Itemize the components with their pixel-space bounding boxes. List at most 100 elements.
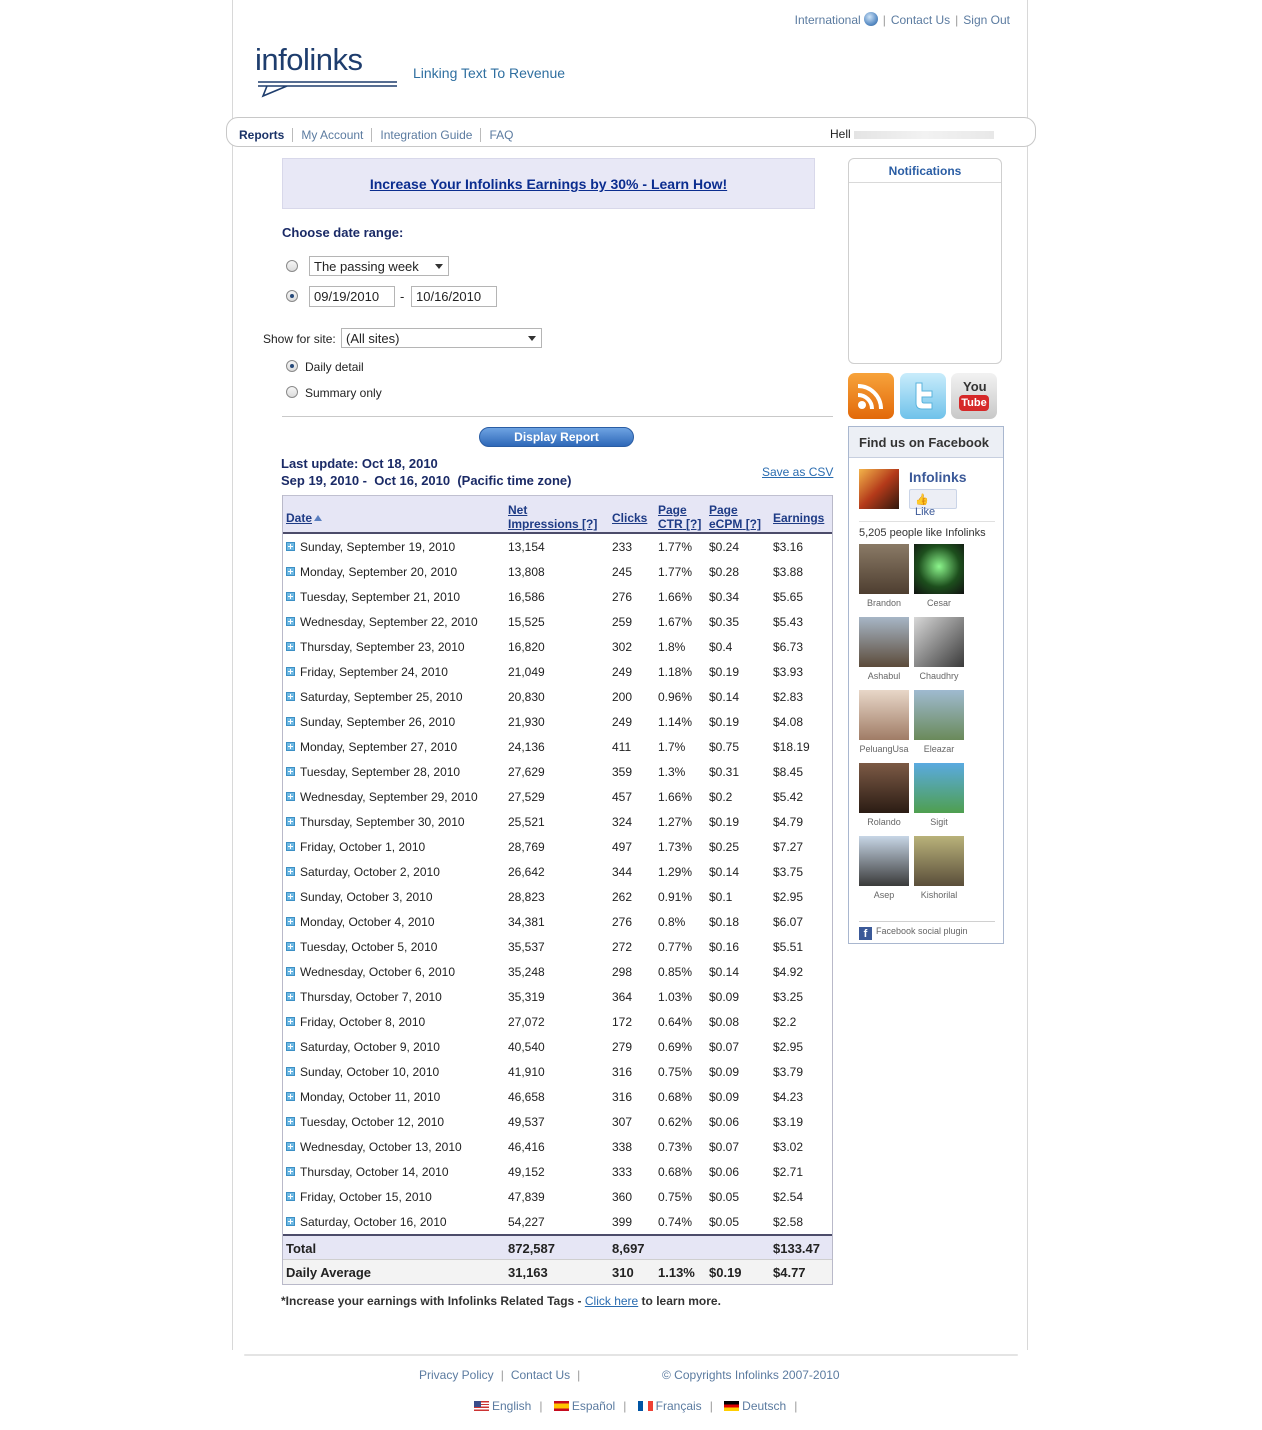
display-report-button[interactable]: Display Report — [479, 427, 634, 447]
date-to-input[interactable]: 10/16/2010 — [411, 286, 497, 307]
fan-avatar[interactable] — [859, 544, 909, 594]
facebook-page-name[interactable]: Infolinks — [909, 469, 967, 485]
preset-range-radio[interactable] — [286, 260, 298, 272]
fan-name[interactable]: Sigit — [914, 817, 964, 827]
infolinks-logo[interactable]: infolinks — [255, 44, 397, 98]
expand-plus-icon[interactable] — [286, 942, 295, 951]
promo-link[interactable]: Increase Your Infolinks Earnings by 30% … — [370, 176, 727, 192]
footer-contact-link[interactable]: Contact Us — [511, 1368, 570, 1382]
fan-name[interactable]: Asep — [859, 890, 909, 900]
fan-avatar[interactable] — [859, 617, 909, 667]
nav-integration-guide[interactable]: Integration Guide — [372, 128, 482, 142]
expand-plus-icon[interactable] — [286, 1217, 295, 1226]
expand-plus-icon[interactable] — [286, 917, 295, 926]
lang-francais[interactable]: Français — [637, 1399, 702, 1413]
nav-my-account[interactable]: My Account — [293, 128, 373, 142]
facebook-fan[interactable]: Cesar — [914, 544, 964, 608]
privacy-policy-link[interactable]: Privacy Policy — [419, 1368, 494, 1382]
contact-us-link[interactable]: Contact Us — [891, 13, 950, 27]
fan-name[interactable]: Eleazar — [914, 744, 964, 754]
fan-avatar[interactable] — [914, 690, 964, 740]
facebook-fan[interactable]: Kishorilal — [914, 836, 964, 900]
lang-english[interactable]: English — [474, 1399, 531, 1413]
facebook-fan[interactable]: Sigit — [914, 763, 964, 827]
facebook-fan[interactable]: PeluangUsa — [859, 690, 909, 754]
ctr-help-link[interactable]: [?] — [686, 517, 701, 531]
fan-avatar[interactable] — [914, 836, 964, 886]
site-select[interactable]: (All sites) — [341, 328, 542, 348]
expand-plus-icon[interactable] — [286, 617, 295, 626]
expand-plus-icon[interactable] — [286, 1167, 295, 1176]
fan-name[interactable]: Rolando — [859, 817, 909, 827]
expand-plus-icon[interactable] — [286, 1142, 295, 1151]
lang-espanol[interactable]: Español — [553, 1399, 615, 1413]
expand-plus-icon[interactable] — [286, 542, 295, 551]
facebook-fan[interactable]: Ashabul — [859, 617, 909, 681]
summary-only-radio[interactable] — [286, 386, 298, 398]
expand-plus-icon[interactable] — [286, 592, 295, 601]
expand-plus-icon[interactable] — [286, 867, 295, 876]
fan-avatar[interactable] — [914, 763, 964, 813]
col-impressions[interactable]: Net Impressions [?] — [508, 503, 597, 531]
nav-reports[interactable]: Reports — [239, 128, 294, 142]
expand-plus-icon[interactable] — [286, 1042, 295, 1051]
fan-avatar[interactable] — [914, 544, 964, 594]
facebook-like-button[interactable]: 👍 Like — [909, 489, 957, 518]
sign-out-link[interactable]: Sign Out — [963, 13, 1010, 27]
globe-icon[interactable] — [863, 12, 878, 26]
col-ecpm[interactable]: Page eCPM [?] — [709, 503, 761, 531]
expand-plus-icon[interactable] — [286, 567, 295, 576]
expand-plus-icon[interactable] — [286, 842, 295, 851]
facebook-fan[interactable]: Brandon — [859, 544, 909, 608]
date-from-input[interactable]: 09/19/2010 — [309, 286, 395, 307]
expand-plus-icon[interactable] — [286, 792, 295, 801]
fan-name[interactable]: Kishorilal — [914, 890, 964, 900]
daily-detail-radio[interactable] — [286, 360, 298, 372]
expand-plus-icon[interactable] — [286, 1067, 295, 1076]
expand-plus-icon[interactable] — [286, 1017, 295, 1026]
lang-deutsch[interactable]: Deutsch — [724, 1399, 786, 1413]
col-ctr[interactable]: Page CTR [?] — [658, 503, 701, 531]
expand-plus-icon[interactable] — [286, 1117, 295, 1126]
expand-plus-icon[interactable] — [286, 967, 295, 976]
youtube-icon[interactable]: You Tube — [951, 373, 997, 419]
col-date[interactable]: Date — [286, 511, 323, 525]
ecpm-help-link[interactable]: [?] — [746, 517, 761, 531]
fan-name[interactable]: Chaudhry — [914, 671, 964, 681]
facebook-fan[interactable]: Chaudhry — [914, 617, 964, 681]
expand-plus-icon[interactable] — [286, 767, 295, 776]
fan-name[interactable]: PeluangUsa — [859, 744, 909, 754]
international-link[interactable]: International — [795, 13, 861, 27]
fan-name[interactable]: Cesar — [914, 598, 964, 608]
facebook-fan[interactable]: Rolando — [859, 763, 909, 827]
col-earnings[interactable]: Earnings — [773, 511, 824, 525]
infolinks-page-image[interactable] — [859, 469, 899, 509]
expand-plus-icon[interactable] — [286, 817, 295, 826]
expand-plus-icon[interactable] — [286, 717, 295, 726]
twitter-icon[interactable] — [900, 373, 946, 419]
fan-avatar[interactable] — [859, 690, 909, 740]
click-here-link[interactable]: Click here — [585, 1294, 638, 1308]
save-csv-link[interactable]: Save as CSV — [762, 465, 833, 479]
impressions-help-link[interactable]: [?] — [582, 517, 597, 531]
col-clicks[interactable]: Clicks — [612, 511, 647, 525]
custom-range-radio[interactable] — [286, 290, 298, 302]
fan-name[interactable]: Ashabul — [859, 671, 909, 681]
fan-avatar[interactable] — [859, 836, 909, 886]
fan-name[interactable]: Brandon — [859, 598, 909, 608]
facebook-fan[interactable]: Asep — [859, 836, 909, 900]
expand-plus-icon[interactable] — [286, 1092, 295, 1101]
expand-plus-icon[interactable] — [286, 892, 295, 901]
facebook-fan[interactable]: Eleazar — [914, 690, 964, 754]
nav-faq[interactable]: FAQ — [481, 128, 521, 142]
fan-avatar[interactable] — [859, 763, 909, 813]
preset-range-select[interactable]: The passing week — [309, 256, 449, 276]
facebook-plugin-credit[interactable]: f Facebook social plugin — [859, 926, 968, 940]
fan-avatar[interactable] — [914, 617, 964, 667]
expand-plus-icon[interactable] — [286, 667, 295, 676]
expand-plus-icon[interactable] — [286, 1192, 295, 1201]
expand-plus-icon[interactable] — [286, 742, 295, 751]
expand-plus-icon[interactable] — [286, 642, 295, 651]
rss-icon[interactable] — [848, 373, 894, 419]
expand-plus-icon[interactable] — [286, 992, 295, 1001]
